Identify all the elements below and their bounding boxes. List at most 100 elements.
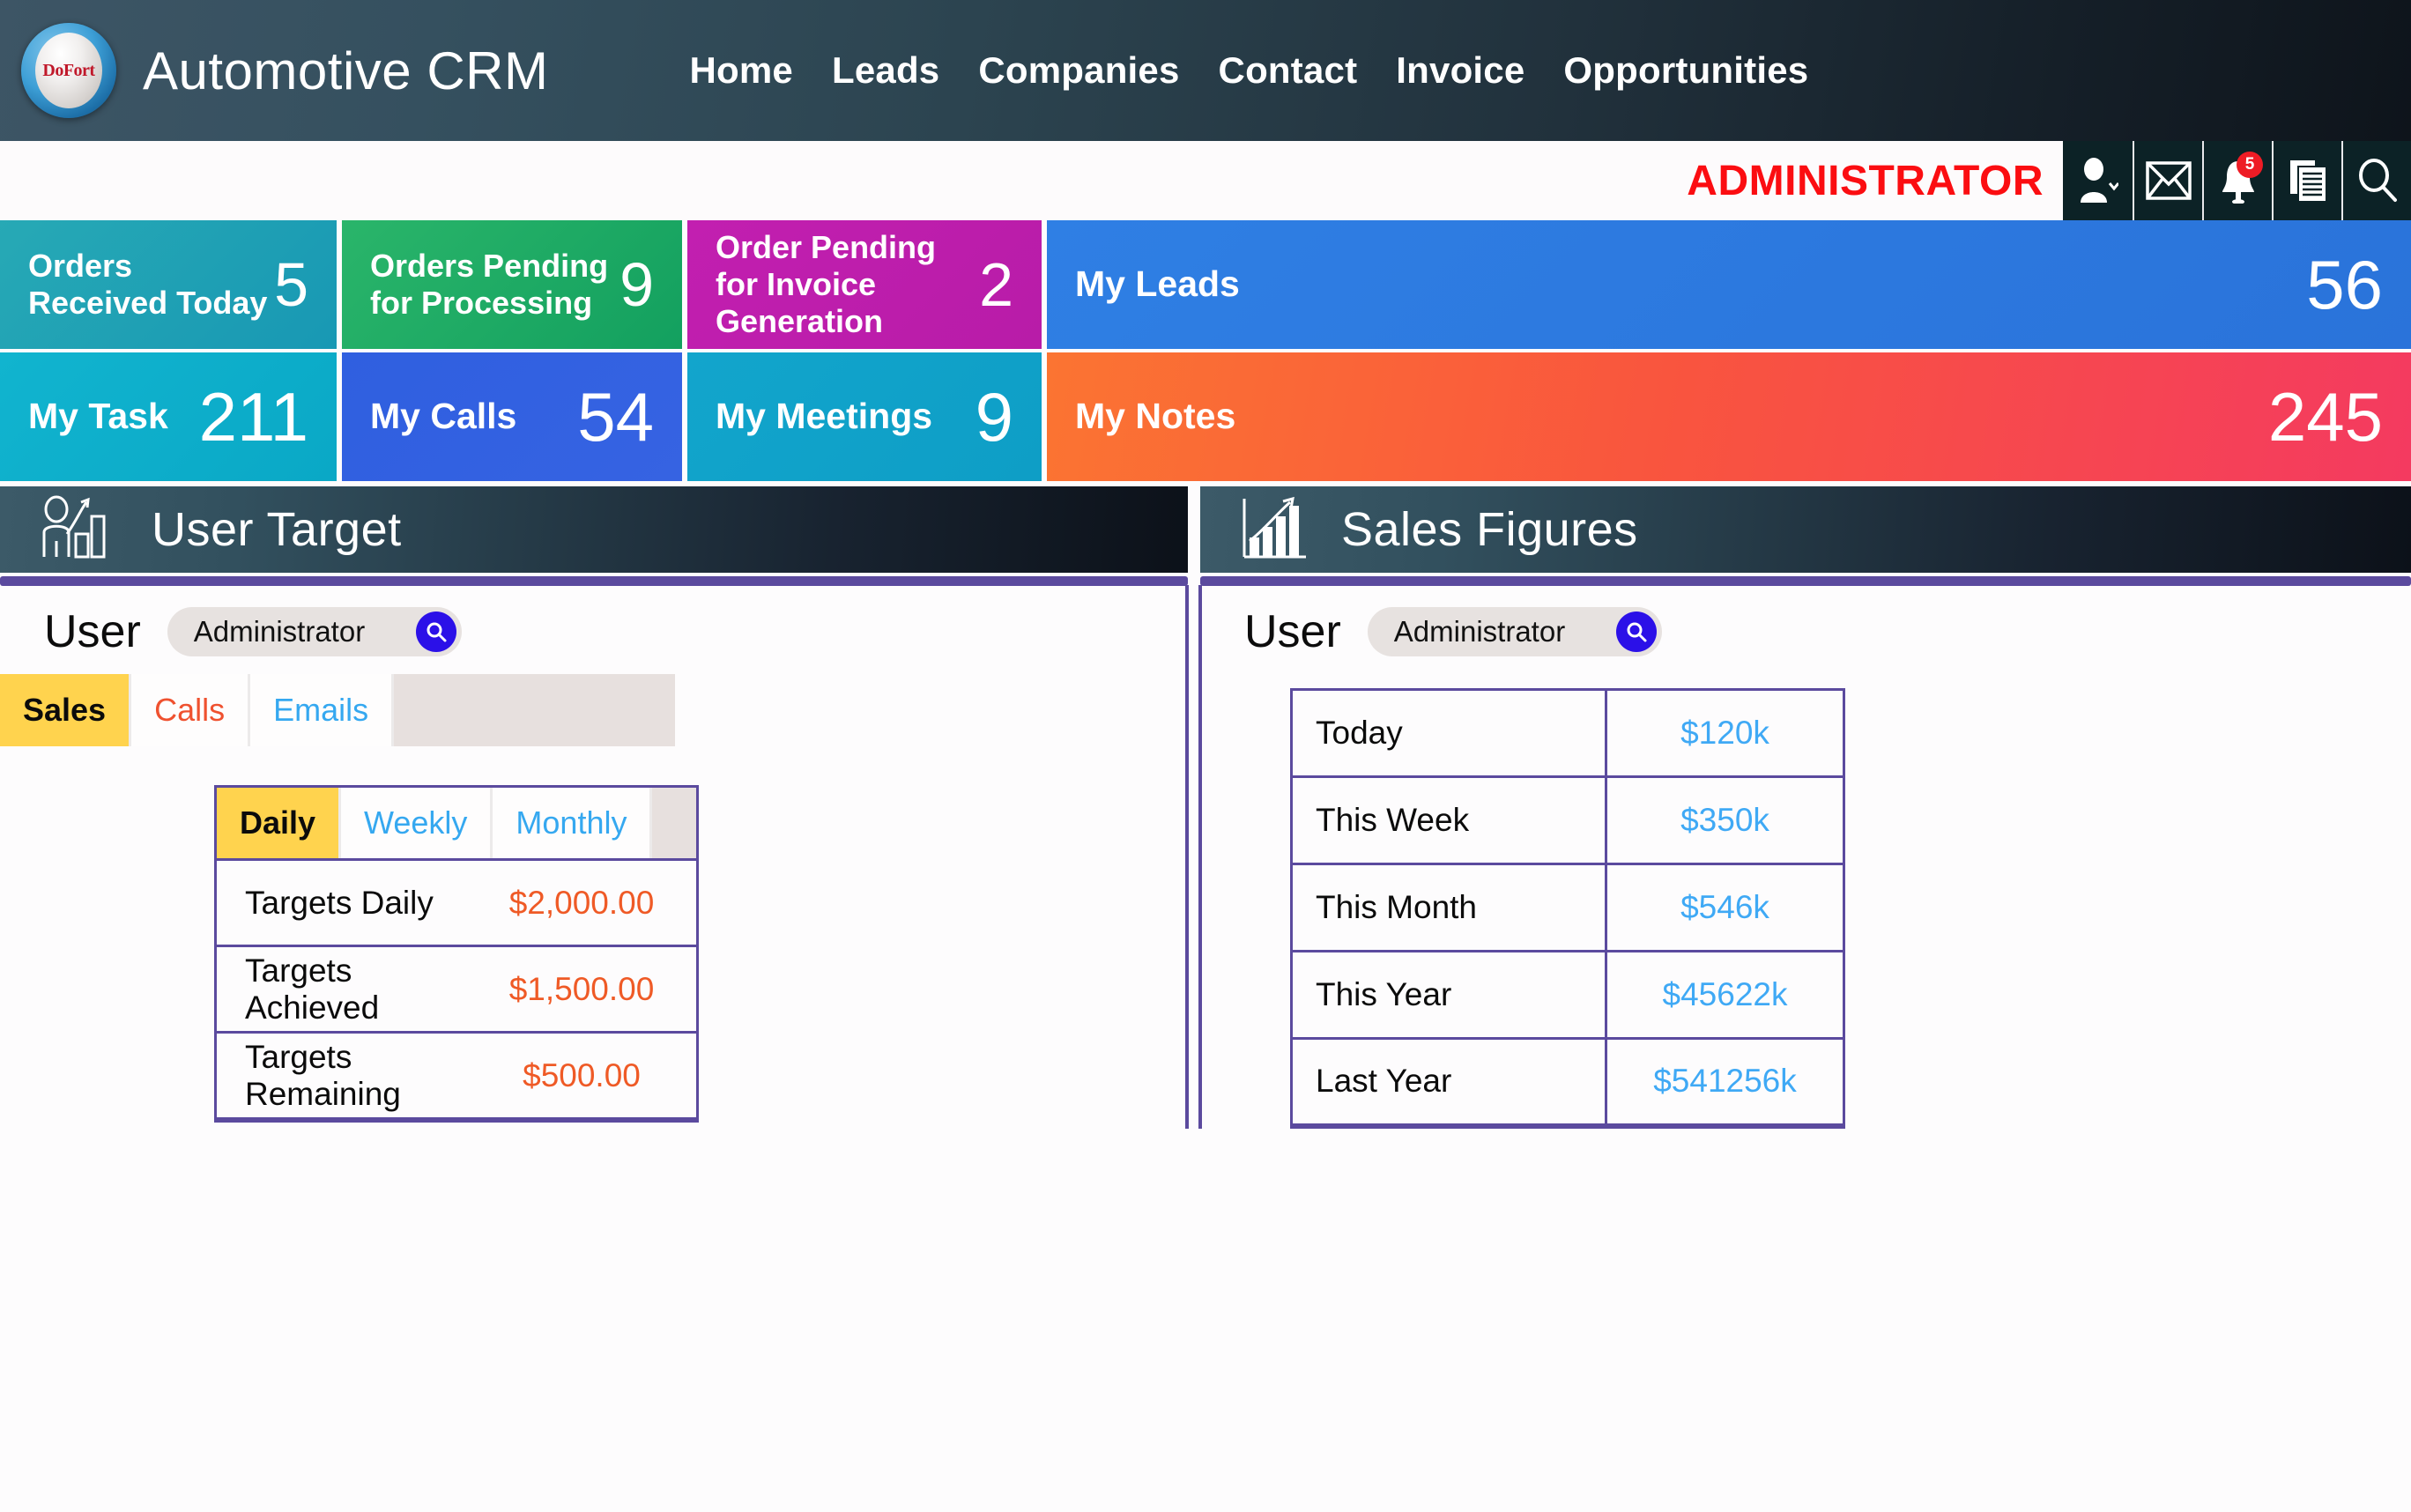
user-account-button[interactable] xyxy=(2063,141,2133,220)
table-row: Targets Remaining $500.00 xyxy=(217,1032,696,1119)
user-growth-chart-icon xyxy=(37,495,122,565)
table-row: Last Year $541256k xyxy=(1291,1038,1844,1129)
role-label: ADMINISTRATOR xyxy=(1687,157,2044,204)
panel-title: Sales Figures xyxy=(1341,503,1638,556)
notifications-button[interactable]: 5 xyxy=(2202,141,2272,220)
user-search-button[interactable] xyxy=(1615,611,1657,652)
user-target-tabs: Sales Calls Emails xyxy=(0,674,675,746)
subtab-daily[interactable]: Daily xyxy=(217,788,342,858)
panel-accent-rule xyxy=(0,576,1188,586)
table-row: Targets Achieved $1,500.00 xyxy=(217,945,696,1033)
dofort-logo-icon: DoFort xyxy=(21,23,116,118)
sales-row-value: $541256k xyxy=(1606,1038,1844,1129)
target-row-key: Targets Remaining xyxy=(217,1032,467,1119)
kpi-tiles: Orders Received Today 5 Orders Pending f… xyxy=(0,220,2411,481)
user-select-input[interactable]: Administrator xyxy=(167,607,462,656)
kpi-orders-pending-processing[interactable]: Orders Pending for Processing 9 xyxy=(342,220,682,349)
table-row: Targets Daily $2,000.00 xyxy=(217,859,696,946)
kpi-label: My Meetings xyxy=(716,396,933,437)
kpi-value: 245 xyxy=(2267,378,2383,456)
nav-item-invoice[interactable]: Invoice xyxy=(1396,49,1524,92)
user-account-icon xyxy=(2080,158,2118,203)
kpi-my-calls[interactable]: My Calls 54 xyxy=(342,352,682,481)
main-menu: Home Leads Companies Contact Invoice Opp… xyxy=(689,49,1808,92)
sales-row-key: This Week xyxy=(1291,776,1607,864)
kpi-value: 211 xyxy=(198,378,308,456)
user-label: User xyxy=(44,606,141,657)
table-row: This Month $546k xyxy=(1291,863,1844,952)
sales-row-key: This Month xyxy=(1291,863,1607,952)
sales-row-key: This Year xyxy=(1291,951,1607,1039)
sales-row-key: Today xyxy=(1291,689,1607,777)
tab-emails[interactable]: Emails xyxy=(250,674,395,746)
sales-figures-header: Sales Figures xyxy=(1200,486,2411,573)
kpi-label: My Task xyxy=(28,396,168,437)
dashboard-panels: User Target User Administrator Sales Cal… xyxy=(0,486,2411,1129)
search-icon xyxy=(2358,159,2397,202)
table-row: This Week $350k xyxy=(1291,776,1844,864)
app-title: Automotive CRM xyxy=(143,41,549,100)
panel-accent-rule xyxy=(1200,576,2411,586)
kpi-label: My Leads xyxy=(1075,263,1240,305)
user-select-value: Administrator xyxy=(193,615,366,648)
target-row-value: $2,000.00 xyxy=(467,859,696,946)
user-target-period-section: Daily Weekly Monthly Targets Daily $2,00… xyxy=(214,785,699,1123)
sales-figures-table: Today $120k This Week $350k This Month $… xyxy=(1290,688,1845,1129)
kpi-order-pending-invoice[interactable]: Order Pending for Invoice Generation 2 xyxy=(687,220,1042,349)
nav-item-home[interactable]: Home xyxy=(689,49,793,92)
nav-item-contact[interactable]: Contact xyxy=(1219,49,1358,92)
search-button[interactable] xyxy=(2341,141,2411,220)
tab-sales[interactable]: Sales xyxy=(0,674,132,746)
kpi-value: 9 xyxy=(619,250,654,319)
user-target-header: User Target xyxy=(0,486,1188,573)
sales-row-key: Last Year xyxy=(1291,1038,1607,1129)
nav-item-leads[interactable]: Leads xyxy=(832,49,939,92)
user-target-user-row: User Administrator xyxy=(0,586,1188,674)
user-label: User xyxy=(1244,606,1341,657)
top-navigation-bar: DoFort Automotive CRM Home Leads Compani… xyxy=(0,0,2411,141)
admin-icon-group: 5 xyxy=(2063,141,2411,220)
kpi-label: Orders Pending for Processing xyxy=(370,248,609,321)
targets-table: Targets Daily $2,000.00 Targets Achieved… xyxy=(217,858,696,1120)
subtab-weekly[interactable]: Weekly xyxy=(341,788,493,858)
subtab-monthly[interactable]: Monthly xyxy=(493,788,653,858)
kpi-label: My Notes xyxy=(1075,396,1236,437)
kpi-my-meetings[interactable]: My Meetings 9 xyxy=(687,352,1042,481)
messages-button[interactable] xyxy=(2133,141,2202,220)
tab-calls[interactable]: Calls xyxy=(131,674,251,746)
brand[interactable]: DoFort Automotive CRM xyxy=(0,23,548,118)
nav-item-companies[interactable]: Companies xyxy=(978,49,1179,92)
kpi-value: 2 xyxy=(979,250,1013,319)
notification-badge: 5 xyxy=(2237,152,2263,178)
nav-item-opportunities[interactable]: Opportunities xyxy=(1563,49,1808,92)
envelope-icon xyxy=(2145,161,2192,200)
target-row-value: $500.00 xyxy=(467,1032,696,1119)
kpi-my-task[interactable]: My Task 211 xyxy=(0,352,337,481)
documents-button[interactable] xyxy=(2272,141,2341,220)
kpi-value: 5 xyxy=(274,250,308,319)
kpi-row-2: My Task 211 My Calls 54 My Meetings 9 My… xyxy=(0,352,2411,481)
tab-filler xyxy=(394,674,675,746)
kpi-my-notes[interactable]: My Notes 245 xyxy=(1047,352,2411,481)
subtab-filler xyxy=(652,788,696,858)
kpi-label: My Calls xyxy=(370,396,517,437)
sales-row-value: $546k xyxy=(1606,863,1844,952)
user-select-input[interactable]: Administrator xyxy=(1367,607,1662,656)
kpi-label: Order Pending for Invoice Generation xyxy=(716,229,937,339)
admin-bar: ADMINISTRATOR 5 xyxy=(0,141,2411,220)
kpi-value: 56 xyxy=(2306,246,2383,323)
sales-figures-table-wrap: Today $120k This Week $350k This Month $… xyxy=(1290,688,1845,1129)
sales-figures-panel: Sales Figures User Administrator Today $… xyxy=(1188,486,2411,1129)
kpi-my-leads[interactable]: My Leads 56 xyxy=(1047,220,2411,349)
logo-text: DoFort xyxy=(42,60,95,80)
sales-row-value: $120k xyxy=(1606,689,1844,777)
sales-row-value: $350k xyxy=(1606,776,1844,864)
user-target-panel: User Target User Administrator Sales Cal… xyxy=(0,486,1202,1129)
kpi-value: 54 xyxy=(577,378,654,456)
kpi-orders-received-today[interactable]: Orders Received Today 5 xyxy=(0,220,337,349)
target-row-key: Targets Achieved xyxy=(217,945,467,1033)
sales-figures-user-row: User Administrator xyxy=(1188,586,2411,674)
sales-row-value: $45622k xyxy=(1606,951,1844,1039)
user-search-button[interactable] xyxy=(415,611,456,652)
target-row-key: Targets Daily xyxy=(217,859,467,946)
